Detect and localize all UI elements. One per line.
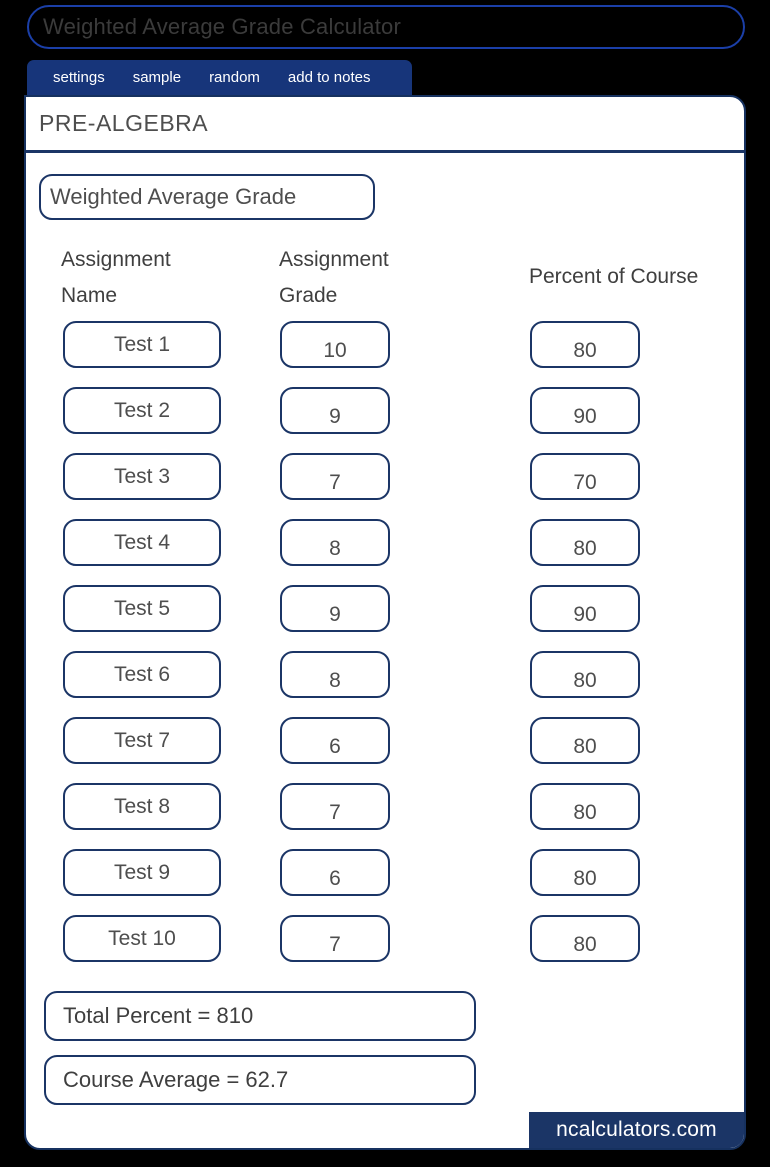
assignment-grade-input[interactable]: 9	[280, 387, 390, 434]
content-panel: PRE-ALGEBRA Weighted Average Grade Assig…	[24, 95, 746, 1150]
assignment-name-value: Test 7	[113, 728, 171, 752]
assignment-name-input[interactable]: Test 6	[63, 651, 221, 698]
table-row: Test 2 9 90	[26, 387, 744, 453]
assignment-grade-input[interactable]: 7	[280, 453, 390, 500]
column-header-percent-of-course: Percent of Course	[529, 265, 699, 288]
subject-header[interactable]: PRE-ALGEBRA	[26, 97, 744, 153]
percent-of-course-input[interactable]: 90	[530, 387, 640, 434]
title-bar[interactable]: Weighted Average Grade Calculator	[27, 5, 745, 49]
assignment-name-input[interactable]: Test 1	[63, 321, 221, 368]
table-row: Test 4 8 80	[26, 519, 744, 585]
nav-item-random[interactable]: random	[195, 69, 274, 86]
column-header-assignment-name: Assignment Name	[61, 248, 171, 307]
assignment-grade-input[interactable]: 9	[280, 585, 390, 632]
assignment-grade-input[interactable]: 10	[280, 321, 390, 368]
percent-of-course-input[interactable]: 80	[530, 321, 640, 368]
percent-of-course-input[interactable]: 80	[530, 717, 640, 764]
assignment-grade-value: 10	[323, 339, 347, 362]
total-percent-value: Total Percent = 810	[63, 1003, 254, 1028]
assignment-grade-input[interactable]: 8	[280, 519, 390, 566]
assignment-grade-value: 6	[329, 735, 341, 758]
assignment-grade-value: 7	[329, 801, 341, 824]
assignment-rows: Test 1 10 80 Test 2 9 90 Test 3 7 70 Tes…	[26, 321, 744, 981]
assignment-name-value: Test 6	[113, 662, 171, 686]
assignment-name-value: Test 2	[113, 398, 171, 422]
percent-of-course-input[interactable]: 70	[530, 453, 640, 500]
assignment-name-value: Test 5	[113, 596, 171, 620]
percent-of-course-input[interactable]: 80	[530, 849, 640, 896]
percent-of-course-value: 80	[573, 669, 597, 692]
assignment-name-input[interactable]: Test 4	[63, 519, 221, 566]
assignment-grade-input[interactable]: 7	[280, 783, 390, 830]
assignment-name-input[interactable]: Test 5	[63, 585, 221, 632]
assignment-name-input[interactable]: Test 3	[63, 453, 221, 500]
percent-of-course-input[interactable]: 80	[530, 651, 640, 698]
percent-of-course-input[interactable]: 80	[530, 783, 640, 830]
percent-of-course-input[interactable]: 80	[530, 915, 640, 962]
assignment-name-input[interactable]: Test 8	[63, 783, 221, 830]
table-row: Test 9 6 80	[26, 849, 744, 915]
percent-of-course-value: 80	[573, 933, 597, 956]
assignment-name-input[interactable]: Test 10	[63, 915, 221, 962]
total-percent-field: Total Percent = 810	[44, 991, 476, 1041]
table-row: Test 10 7 80	[26, 915, 744, 981]
totals-section: Total Percent = 810 Course Average = 62.…	[26, 991, 744, 1105]
site-badge[interactable]: ncalculators.com	[529, 1112, 744, 1148]
assignment-name-value: Test 1	[113, 332, 171, 356]
page-title: Weighted Average Grade Calculator	[43, 14, 401, 39]
course-average-field: Course Average = 62.7	[44, 1055, 476, 1105]
assignment-name-input[interactable]: Test 9	[63, 849, 221, 896]
nav-item-add-to-notes[interactable]: add to notes	[274, 69, 385, 86]
assignment-grade-value: 7	[329, 933, 341, 956]
percent-of-course-value: 90	[573, 405, 597, 428]
column-headers: Assignment Name Assignment Grade Percent…	[26, 233, 744, 321]
table-row: Test 5 9 90	[26, 585, 744, 651]
assignment-name-value: Test 10	[108, 926, 176, 950]
application-window: Weighted Average Grade Calculator settin…	[0, 0, 770, 1167]
percent-of-course-value: 70	[573, 471, 597, 494]
assignment-grade-value: 7	[329, 471, 341, 494]
percent-of-course-value: 80	[573, 339, 597, 362]
table-row: Test 7 6 80	[26, 717, 744, 783]
assignment-name-value: Test 3	[113, 464, 171, 488]
percent-of-course-value: 80	[573, 537, 597, 560]
calculator-title-label: Weighted Average Grade	[50, 184, 297, 209]
percent-of-course-input[interactable]: 80	[530, 519, 640, 566]
assignment-name-value: Test 9	[113, 860, 171, 884]
table-row: Test 1 10 80	[26, 321, 744, 387]
site-badge-label: ncalculators.com	[556, 1118, 717, 1141]
assignment-grade-value: 9	[329, 405, 341, 428]
calculator-title-field[interactable]: Weighted Average Grade	[39, 174, 375, 220]
assignment-grade-value: 8	[329, 669, 341, 692]
nav-item-settings[interactable]: settings	[39, 69, 119, 86]
percent-of-course-input[interactable]: 90	[530, 585, 640, 632]
percent-of-course-value: 80	[573, 801, 597, 824]
nav-bar: settings sample random add to notes	[27, 60, 412, 95]
course-average-value: Course Average = 62.7	[63, 1067, 289, 1092]
assignment-grade-input[interactable]: 6	[280, 717, 390, 764]
assignment-name-input[interactable]: Test 7	[63, 717, 221, 764]
assignment-grade-input[interactable]: 6	[280, 849, 390, 896]
assignment-grade-input[interactable]: 7	[280, 915, 390, 962]
nav-item-sample[interactable]: sample	[119, 69, 195, 86]
assignment-name-value: Test 8	[113, 794, 171, 818]
percent-of-course-value: 90	[573, 603, 597, 626]
percent-of-course-value: 80	[573, 735, 597, 758]
assignment-name-value: Test 4	[113, 530, 171, 554]
assignment-grade-value: 6	[329, 867, 341, 890]
assignment-name-input[interactable]: Test 2	[63, 387, 221, 434]
assignment-grade-value: 9	[329, 603, 341, 626]
column-header-assignment-grade: Assignment Grade	[279, 248, 389, 307]
assignment-grade-input[interactable]: 8	[280, 651, 390, 698]
table-row: Test 3 7 70	[26, 453, 744, 519]
percent-of-course-value: 80	[573, 867, 597, 890]
table-row: Test 8 7 80	[26, 783, 744, 849]
table-row: Test 6 8 80	[26, 651, 744, 717]
assignment-grade-value: 8	[329, 537, 341, 560]
subject-label: PRE-ALGEBRA	[39, 110, 209, 136]
